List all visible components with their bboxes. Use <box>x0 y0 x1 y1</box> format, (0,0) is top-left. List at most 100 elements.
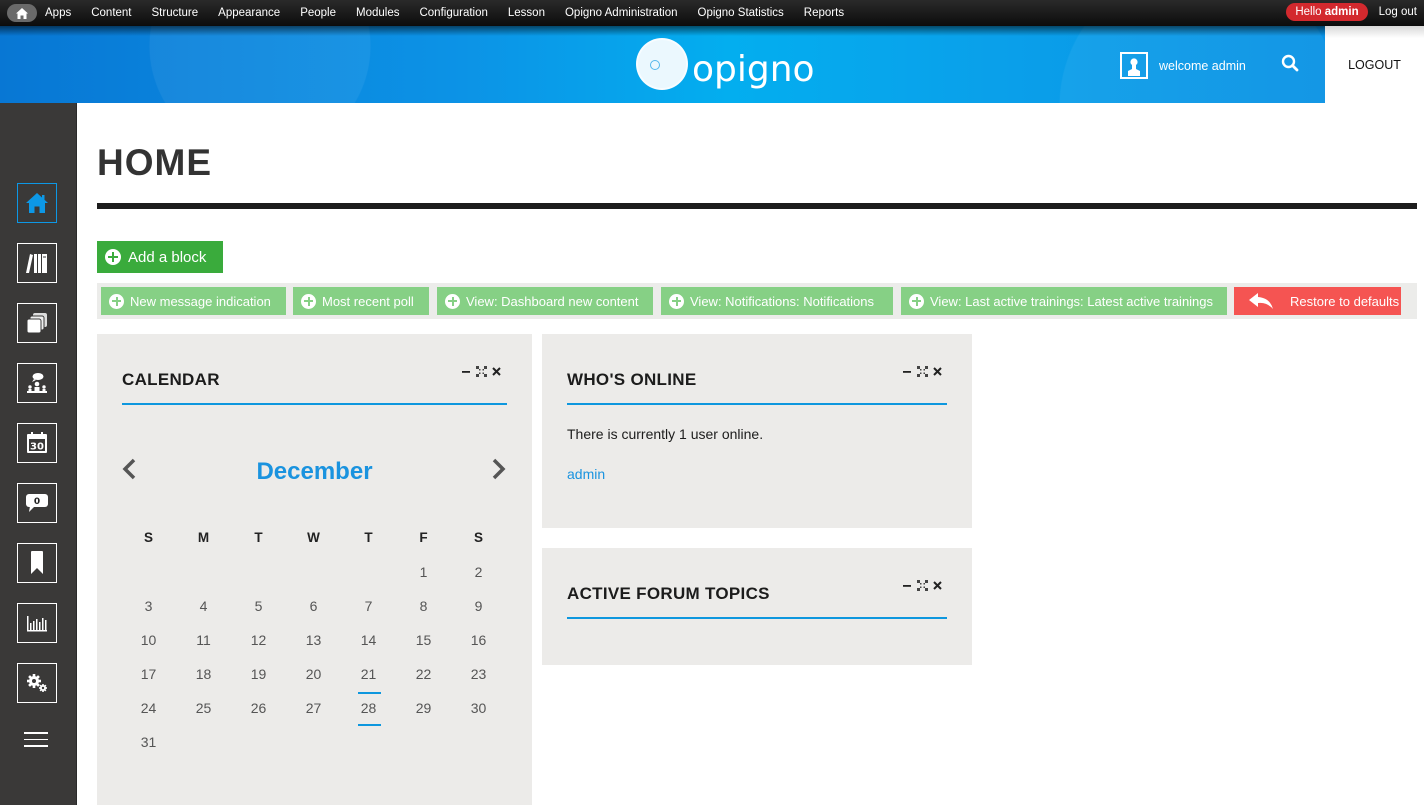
calendar-day[interactable]: 10 <box>121 630 176 664</box>
calendar-icon-number: 30 <box>30 442 44 453</box>
calendar-grid: S M T W T F S 1 2 3 4 5 6 7 8 9 10 11 12 13 14 15 16 17 1… <box>121 528 506 766</box>
header-logout-button[interactable]: LOGOUT <box>1325 26 1424 103</box>
calendar-day[interactable]: 25 <box>176 698 231 732</box>
calendar-day[interactable]: 9 <box>451 596 506 630</box>
add-block-dashboard-new-content[interactable]: View: Dashboard new content <box>437 287 653 315</box>
welcome-user-link[interactable]: welcome admin <box>1120 52 1246 79</box>
toolbar-lesson[interactable]: Lesson <box>508 7 545 19</box>
calendar-day[interactable]: 8 <box>396 596 451 630</box>
calendar-day[interactable]: 12 <box>231 630 286 664</box>
restore-defaults-button[interactable]: Restore to defaults <box>1234 287 1401 315</box>
calendar-day[interactable]: 15 <box>396 630 451 664</box>
calendar-empty-cell <box>176 562 231 596</box>
calendar-empty-cell <box>286 562 341 596</box>
calendar-day[interactable]: 16 <box>451 630 506 664</box>
toolbar-people[interactable]: People <box>300 7 336 19</box>
calendar-day[interactable]: 5 <box>231 596 286 630</box>
calendar-day[interactable]: 19 <box>231 664 286 698</box>
sidebar-item-trainings[interactable] <box>17 243 57 283</box>
calendar-day[interactable]: 1 <box>396 562 451 596</box>
calendar-day[interactable]: 18 <box>176 664 231 698</box>
toolbar-appearance[interactable]: Appearance <box>218 7 280 19</box>
add-block-new-message-indication[interactable]: New message indication <box>101 287 286 315</box>
expand-icon[interactable] <box>917 580 928 591</box>
calendar-day[interactable]: 11 <box>176 630 231 664</box>
site-header: opigno welcome admin <box>0 26 1325 103</box>
forum-title-underline <box>567 617 947 619</box>
online-user-link[interactable]: admin <box>567 466 605 482</box>
toolbar-home-button[interactable] <box>7 4 37 22</box>
calendar-day-today[interactable]: 28 <box>341 692 396 732</box>
next-month-button[interactable] <box>491 458 507 485</box>
calendar-block-title: CALENDAR <box>122 370 220 389</box>
calendar-day[interactable]: 2 <box>451 562 506 596</box>
calendar-week-row: 10 11 12 13 14 15 16 <box>121 630 506 664</box>
close-icon[interactable] <box>933 581 942 590</box>
calendar-empty-cell <box>341 732 396 766</box>
home-icon <box>16 7 28 19</box>
calendar-week-row: 24 25 26 27 28 29 30 <box>121 692 506 732</box>
calendar-day[interactable]: 3 <box>121 596 176 630</box>
toolbar-opigno-statistics[interactable]: Opigno Statistics <box>698 7 784 19</box>
calendar-day[interactable]: 27 <box>286 698 341 732</box>
close-icon[interactable] <box>933 367 942 376</box>
calendar-day[interactable]: 13 <box>286 630 341 664</box>
calendar-day[interactable]: 31 <box>121 732 176 766</box>
sidebar-item-settings[interactable] <box>17 663 57 703</box>
hello-user-badge[interactable]: Hello admin <box>1286 3 1368 21</box>
hamburger-menu-icon[interactable] <box>24 732 48 752</box>
toolbar-content[interactable]: Content <box>91 7 131 19</box>
calendar-day[interactable]: 30 <box>451 698 506 732</box>
calendar-day[interactable]: 26 <box>231 698 286 732</box>
sidebar-item-statistics[interactable] <box>17 603 57 643</box>
calendar-day[interactable]: 29 <box>396 698 451 732</box>
expand-icon[interactable] <box>476 366 487 377</box>
add-block-most-recent-poll[interactable]: Most recent poll <box>293 287 429 315</box>
sidebar-item-bookmarks[interactable] <box>17 543 57 583</box>
calendar-day[interactable]: 7 <box>341 596 396 630</box>
toolbar-modules[interactable]: Modules <box>356 7 399 19</box>
toolbar-apps[interactable]: Apps <box>45 7 71 19</box>
site-logo[interactable]: opigno <box>636 38 815 90</box>
forum-block-title: ACTIVE FORUM TOPICS <box>567 584 770 603</box>
toolbar-configuration[interactable]: Configuration <box>419 7 487 19</box>
calendar-day[interactable]: 4 <box>176 596 231 630</box>
sidebar-item-messages[interactable]: 0 <box>17 483 57 523</box>
toolbar-structure[interactable]: Structure <box>152 7 199 19</box>
sidebar-item-forum[interactable] <box>17 363 57 403</box>
calendar-day[interactable]: 14 <box>341 630 396 664</box>
toolbar-logout-link[interactable]: Log out <box>1379 6 1417 18</box>
plus-circle-icon <box>669 293 684 309</box>
chip-label: View: Notifications: Notifications <box>690 293 875 309</box>
calendar-day[interactable]: 24 <box>121 698 176 732</box>
sidebar-item-calendar[interactable]: 30 <box>17 423 57 463</box>
calendar-day[interactable]: 17 <box>121 664 176 698</box>
calendar-day[interactable]: 23 <box>451 664 506 698</box>
sidebar-item-home[interactable] <box>17 183 57 223</box>
close-icon[interactable] <box>492 367 501 376</box>
calendar-day[interactable]: 20 <box>286 664 341 698</box>
toolbar-opigno-administration[interactable]: Opigno Administration <box>565 7 678 19</box>
minimize-icon[interactable] <box>903 581 912 590</box>
minimize-icon[interactable] <box>462 367 471 376</box>
online-count-text: There is currently 1 user online. <box>567 426 764 442</box>
calendar-empty-cell <box>286 732 341 766</box>
sidebar-item-courses[interactable] <box>17 303 57 343</box>
logo-mark-icon <box>636 38 688 90</box>
weekday-label: F <box>419 530 428 545</box>
weekday-label: S <box>473 530 483 545</box>
search-icon[interactable] <box>1281 54 1299 77</box>
add-block-notifications[interactable]: View: Notifications: Notifications <box>661 287 893 315</box>
calendar-icon: 30 <box>27 432 47 453</box>
plus-circle-icon <box>105 249 121 265</box>
weekday-label: W <box>307 530 320 545</box>
minimize-icon[interactable] <box>903 367 912 376</box>
toolbar-reports[interactable]: Reports <box>804 7 844 19</box>
add-block-button[interactable]: Add a block <box>97 241 223 273</box>
add-block-label: Add a block <box>128 248 207 266</box>
calendar-day[interactable]: 22 <box>396 664 451 698</box>
calendar-day[interactable]: 6 <box>286 596 341 630</box>
message-bubble-icon: 0 <box>26 494 48 512</box>
expand-icon[interactable] <box>917 366 928 377</box>
add-block-last-active-trainings[interactable]: View: Last active trainings: Latest acti… <box>901 287 1227 315</box>
